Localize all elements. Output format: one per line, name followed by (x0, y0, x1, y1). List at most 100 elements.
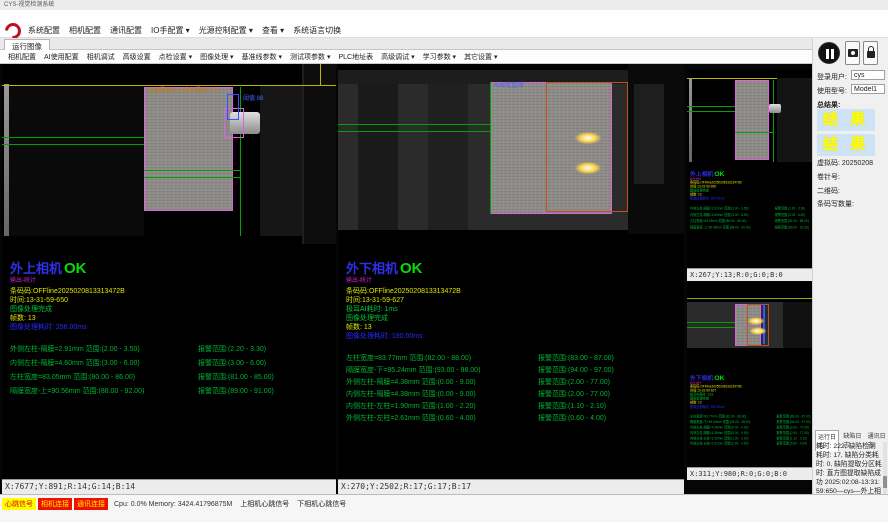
virtual-code-label: 虚拟码: (817, 160, 840, 167)
write-count-label: 条码写数量: (817, 199, 854, 209)
result-ok: OK (64, 260, 87, 277)
log-scrollbar[interactable] (883, 442, 887, 494)
camera-name-row: 外上相机OK (10, 260, 336, 278)
camera-image-right[interactable]: AI标定区域 外下相机OK 输出-统计 条码码:OFFline202502081… (338, 64, 684, 479)
result-ok: OK (714, 170, 724, 178)
process-done-text: 图像处理完成 (346, 314, 676, 323)
menu-items: 系统配置 相机配置 通讯配置 IO手配置 ▾ 光源控制配置 ▾ 查看 ▾ 系统语… (28, 25, 341, 36)
login-user-input[interactable] (851, 70, 885, 80)
camera-toggle-button[interactable] (845, 41, 860, 65)
needle-label: 卷针号: (817, 172, 840, 182)
pixel-status-mini-lower: X:311;Y:980;R:0;G:0;B:0 (687, 467, 812, 480)
tool-image-processing[interactable]: 图像处理 ▾ (200, 52, 233, 62)
menu-system-config[interactable]: 系统配置 (28, 25, 60, 36)
measurement-value: 左柱宽度=83.05mm 范围:(80.00 - 86.00) (10, 374, 135, 381)
menu-language-switch[interactable]: 系统语言切换 (293, 25, 341, 36)
menu-light-config[interactable]: 光源控制配置 ▾ (199, 25, 253, 36)
menu-io-config[interactable]: IO手配置 ▾ (151, 25, 190, 36)
measurement-value: 左柱宽度=83.77mm 范围:(82.00 - 88.00) (690, 415, 746, 418)
measurement-row: 左柱宽度=83.05mm 范围:(80.00 - 86.00)报警范围:(81.… (10, 372, 336, 386)
measure-line-green (687, 111, 735, 112)
alarm-range: 报警范围:(2.00 - 77.00) (538, 389, 610, 399)
tab-strip: 运行图像 (0, 38, 812, 50)
pixel-status-mini-upper: X:267;Y:13;R:0;G:0;B:0 (687, 268, 812, 281)
weld-glow-spot (745, 316, 767, 326)
alarm-range: 报警范围:(2.00 - 77.00) (538, 377, 610, 387)
window-title: CYS-视觉检测系统 (4, 2, 54, 8)
tool-learning-params[interactable]: 学习参数 ▾ (423, 52, 456, 62)
tool-test-params[interactable]: 测试项参数 ▾ (290, 52, 330, 62)
cpu-memory-text: Cpu: 0.0% Memory: 3424.41796875M (114, 501, 232, 508)
machine-column (428, 84, 468, 230)
menu-view[interactable]: 查看 ▾ (262, 25, 284, 36)
measurement-row: 内侧左柱-隔膜=4.60mm 范围:(3.00 - 6.00)报警范围:(3.0… (10, 358, 336, 372)
measure-line-green (338, 124, 490, 125)
tool-advanced-settings[interactable]: 高级设置 (123, 52, 151, 62)
alarm-range: 报警范围:(89.00 - 91.00) (775, 225, 809, 230)
alarm-range: 报警范围:(0.60 - 4.00) (538, 413, 606, 423)
alarm-range: 报警范围:(3.00 - 6.00) (198, 358, 266, 368)
model-input[interactable] (851, 84, 885, 94)
menu-camera-config[interactable]: 相机配置 (69, 25, 101, 36)
comm-connection-badge: 通讯连接 (74, 498, 108, 510)
measure-line-green (2, 137, 144, 138)
measure-line-green (687, 322, 735, 323)
measurement-value: 外侧左柱-隔膜=4.38mm 范围:(0.00 - 9.00) (690, 426, 748, 429)
measure-line-green (490, 82, 491, 214)
weld-glow-spot (571, 160, 605, 176)
log-scrollbar-thumb[interactable] (883, 476, 887, 488)
tool-ai-config[interactable]: AI使用配置 (44, 52, 79, 62)
measurement-value: 外侧左柱-隔膜=2.91mm 范围:(2.00 - 3.50) (10, 346, 140, 353)
machine-column (777, 78, 812, 162)
measurement-list: 左柱宽度=83.77mm 范围:(82.00 - 88.00)报警范围:(83.… (346, 353, 676, 425)
pause-button[interactable] (818, 42, 840, 64)
measurement-row: 外侧左柱-隔膜=2.91mm 范围:(2.00 - 3.50)报警范围:(2.2… (10, 344, 336, 358)
process-time-text: 图像处理耗时: 256.00ms (10, 323, 336, 332)
ai-overlay-label: AI标定区域 (494, 83, 524, 90)
tool-camera-config[interactable]: 相机配置 (8, 52, 36, 62)
tool-spot-check[interactable]: 点检设置 ▾ (159, 52, 192, 62)
weld-glow-spot (747, 326, 769, 336)
measurement-value: 左柱宽度=83.05mm 范围:(80.00 - 86.00) (690, 220, 746, 223)
reference-line-yellow (2, 85, 336, 86)
tool-plc-address[interactable]: PLC地址表 (339, 52, 374, 62)
camera-lens-icon (851, 51, 855, 55)
measurement-value: 内侧左柱-隔膜=4.38mm 范围:(0.00 - 9.00) (346, 391, 476, 398)
roi-ai-box (546, 82, 628, 212)
frame-count-text: 帧数: 13 (346, 323, 676, 332)
process-time-text: 图像处理耗时: 180.00ms (690, 405, 812, 409)
tool-baseline-params[interactable]: 基准线参数 ▾ (242, 52, 282, 62)
weld-glow-spot (571, 130, 605, 146)
alarm-range: 报警范围:(2.00 - 77.00) (776, 431, 808, 436)
upper-camera-heartbeat-label: 上相机心跳信号 (240, 499, 289, 509)
machine-column (260, 86, 302, 236)
model-label: 使用型号: (817, 86, 847, 96)
camera-image-left[interactable]: 灰度阈值:93, 动态阈值:100 阈值:88 外上相机OK 输出-统计 条码码… (2, 64, 336, 479)
measure-line-green (687, 106, 735, 107)
measurement-value: 内侧左柱-左柱=1.90mm 范围:(1.00 - 2.20) (346, 403, 476, 410)
sidebar: 登录用户: 使用型号: 总结果: 结 果 结 果 虚拟码: 20250208 卷… (812, 38, 888, 494)
camera-connection-badge: 相机连接 (38, 498, 72, 510)
menu-comm-config[interactable]: 通讯配置 (110, 25, 142, 36)
time-text: 时间:13-31-59-627 (346, 296, 676, 305)
alarm-range: 报警范围:(2.00 - 77.00) (776, 425, 808, 430)
tool-camera-debug[interactable]: 相机调试 (87, 52, 115, 62)
tab-run-image[interactable]: 运行图像 (4, 39, 50, 50)
mini-image-upper[interactable]: 外上相机OK 输出-统计 条码码:OFFline2025020813313472… (687, 70, 812, 268)
mini-image-lower[interactable]: 外下相机OK 输出-统计 条码码:OFFline2025020813313472… (687, 282, 812, 467)
measure-line-green (735, 132, 773, 133)
machine-column (302, 64, 336, 244)
tool-advanced-debug[interactable]: 高级调试 ▾ (381, 52, 414, 62)
machine-block (634, 84, 664, 184)
ai-time-text: 极耳AI耗时: 1ms (346, 305, 676, 314)
measure-line-green (144, 170, 240, 171)
measurement-row: 内侧左柱-隔膜=4.38mm 范围:(0.00 - 9.00) 报警范围:(2.0… (346, 389, 676, 401)
window-titlebar: CYS-视觉检测系统 (0, 0, 888, 10)
measure-line-green (338, 131, 490, 132)
lock-toggle-button[interactable] (863, 41, 878, 65)
camera-name: 外下相机 (346, 261, 398, 276)
camera-view-lower-outer: AI标定区域 外下相机OK 输出-统计 条码码:OFFline202502081… (338, 64, 684, 494)
output-tag: 输出-统计 (10, 278, 336, 284)
tool-other-settings[interactable]: 其它设置 ▾ (464, 52, 497, 62)
measurement-value: 左柱宽度=83.77mm 范围:(82.00 - 88.00) (346, 355, 471, 362)
